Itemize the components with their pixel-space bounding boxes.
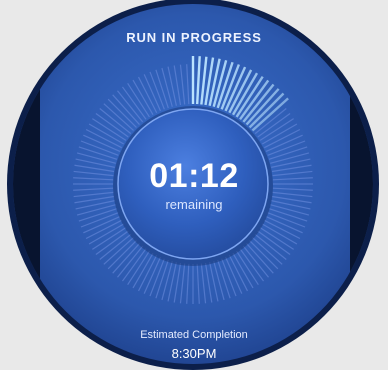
watch-screen: RUN IN PROGRESS 01:12 remaining Estimate… (0, 0, 388, 370)
estimated-completion-label: Estimated Completion (140, 329, 248, 341)
estimated-completion-time: 8:30PM (171, 346, 217, 361)
time-remaining-caption: remaining (165, 197, 223, 212)
time-remaining-value: 01:12 (149, 157, 239, 195)
run-status-title: RUN IN PROGRESS (126, 30, 262, 45)
